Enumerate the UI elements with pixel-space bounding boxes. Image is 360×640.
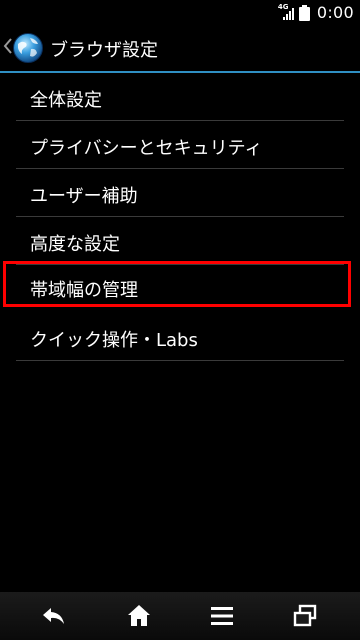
action-bar: ブラウザ設定 [0, 25, 360, 71]
back-icon[interactable] [40, 602, 68, 630]
menu-icon[interactable] [208, 602, 236, 630]
settings-item-privacy-security[interactable]: プライバシーとセキュリティ [0, 121, 360, 169]
settings-item-quick-controls-labs[interactable]: クイック操作・Labs [0, 313, 360, 361]
navigation-bar [0, 592, 360, 640]
settings-item-label: 帯域幅の管理 [30, 280, 138, 301]
status-indicators: 4G 0:00 [278, 2, 354, 23]
list-divider [16, 360, 344, 361]
settings-item-advanced[interactable]: 高度な設定 [0, 217, 360, 265]
home-icon[interactable] [125, 602, 153, 630]
settings-item-label: プライバシーとセキュリティ [30, 138, 263, 159]
settings-item-label: ユーザー補助 [30, 186, 138, 207]
signal-strength-bars [282, 7, 294, 20]
settings-item-general[interactable]: 全体設定 [0, 73, 360, 121]
settings-item-label: 全体設定 [30, 90, 102, 111]
status-clock: 0:00 [316, 3, 354, 22]
settings-list: 全体設定 プライバシーとセキュリティ ユーザー補助 高度な設定 帯域幅の管理 ク… [0, 73, 360, 361]
status-bar: 4G 0:00 [0, 0, 360, 25]
settings-item-label: クイック操作・Labs [30, 330, 198, 351]
signal-icon: 4G [278, 3, 296, 21]
settings-item-label: 高度な設定 [30, 234, 120, 255]
recent-apps-icon[interactable] [291, 602, 319, 630]
battery-icon [298, 4, 310, 21]
browser-globe-icon[interactable] [12, 32, 44, 64]
settings-item-bandwidth-management[interactable]: 帯域幅の管理 [0, 261, 360, 313]
settings-item-accessibility[interactable]: ユーザー補助 [0, 169, 360, 217]
page-title: ブラウザ設定 [50, 40, 158, 61]
